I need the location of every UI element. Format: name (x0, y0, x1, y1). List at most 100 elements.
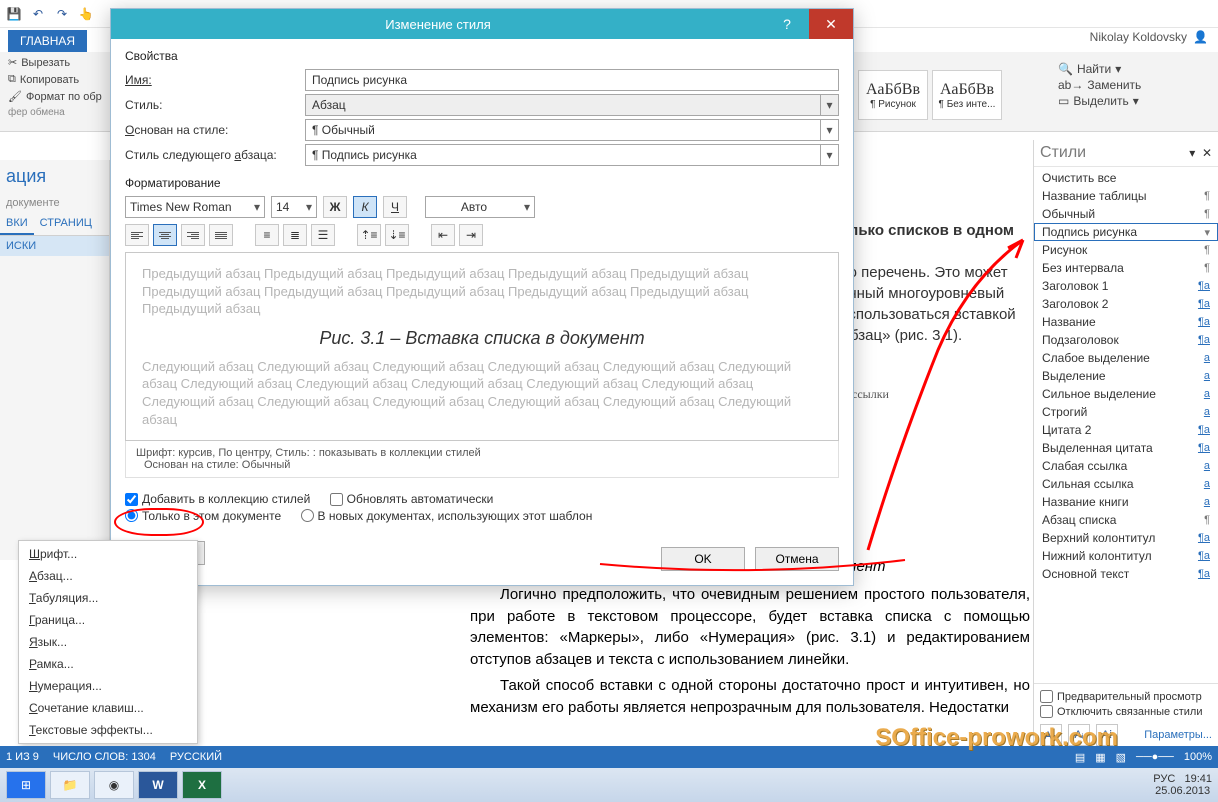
view-read-icon[interactable]: ▤ (1075, 751, 1085, 764)
space-before-icon[interactable]: ⇡≡ (357, 224, 381, 246)
style-row[interactable]: Выделениеa (1034, 367, 1218, 385)
explorer-icon[interactable]: 📁 (50, 771, 90, 799)
style-row[interactable]: Подзаголовок¶a (1034, 331, 1218, 349)
chevron-down-icon[interactable]: ▾ (820, 145, 838, 165)
nav-tab-headings[interactable]: ВКИ (0, 213, 34, 235)
cancel-button[interactable]: Отмена (755, 547, 839, 571)
styles-options-link[interactable]: Параметры... (1144, 729, 1212, 741)
dialog-close-icon[interactable]: ✕ (809, 9, 853, 39)
format-menu-item[interactable]: Сочетание клавиш... (19, 697, 197, 719)
excel-icon[interactable]: X (182, 771, 222, 799)
replace-button[interactable]: ab→ Заменить (1058, 78, 1208, 92)
line-spacing-2-icon[interactable]: ☰ (311, 224, 335, 246)
nav-tab-pages[interactable]: СТРАНИЦ (34, 213, 98, 235)
style-row[interactable]: Строгийa (1034, 403, 1218, 421)
line-spacing-1_5-icon[interactable]: ≣ (283, 224, 307, 246)
redo-icon[interactable]: ↷ (52, 4, 72, 24)
chevron-down-icon[interactable]: ▾ (300, 200, 312, 214)
view-web-icon[interactable]: ▧ (1116, 751, 1126, 764)
format-menu-item[interactable]: Шрифт... (19, 543, 197, 565)
status-lang[interactable]: РУССКИЙ (170, 751, 222, 763)
font-color-combo[interactable]: Авто▾ (425, 196, 535, 218)
style-type-field[interactable]: Абзац▾ (305, 94, 839, 116)
chevron-down-icon[interactable]: ▾ (248, 200, 260, 214)
add-to-gallery-checkbox[interactable]: Добавить в коллекцию стилей (125, 492, 310, 506)
new-docs-radio[interactable]: В новых документах, использующих этот ша… (301, 509, 593, 523)
nav-search-hint[interactable]: документе (0, 193, 109, 213)
cut-button[interactable]: ✂ Вырезать (8, 56, 102, 69)
indent-increase-icon[interactable]: ⇥ (459, 224, 483, 246)
style-tile-2[interactable]: АаБбВв¶ Без инте... (932, 70, 1002, 120)
style-row[interactable]: Цитата 2¶a (1034, 421, 1218, 439)
name-field[interactable]: Подпись рисунка (305, 69, 839, 91)
style-row[interactable]: Название таблицы¶ (1034, 187, 1218, 205)
styles-gallery[interactable]: АаБбВв¶ Рисунок АаБбВв¶ Без инте... (858, 60, 1018, 130)
style-row[interactable]: Подпись рисунка▾ (1034, 223, 1218, 241)
style-row[interactable]: Верхний колонтитул¶a (1034, 529, 1218, 547)
status-page[interactable]: 1 ИЗ 9 (6, 751, 39, 763)
style-row[interactable]: Заголовок 1¶a (1034, 277, 1218, 295)
tab-home[interactable]: ГЛАВНАЯ (8, 30, 87, 52)
space-after-icon[interactable]: ⇣≡ (385, 224, 409, 246)
italic-button[interactable]: К (353, 196, 377, 218)
copy-button[interactable]: ⧉ Копировать (8, 73, 102, 86)
styles-pane-close-icon[interactable]: ▾ ✕ (1189, 146, 1212, 160)
align-right-icon[interactable] (181, 224, 205, 246)
style-row[interactable]: Слабая ссылкаa (1034, 457, 1218, 475)
view-print-icon[interactable]: ▦ (1095, 751, 1105, 764)
align-left-icon[interactable] (125, 224, 149, 246)
touch-mode-icon[interactable]: 👆 (76, 4, 96, 24)
style-row[interactable]: Название книгиa (1034, 493, 1218, 511)
disable-linked-checkbox[interactable]: Отключить связанные стили (1040, 705, 1212, 718)
style-row[interactable]: Без интервала¶ (1034, 259, 1218, 277)
style-row[interactable]: Заголовок 2¶a (1034, 295, 1218, 313)
based-on-field[interactable]: ¶ Обычный▾ (305, 119, 839, 141)
format-menu-item[interactable]: Текстовые эффекты... (19, 719, 197, 741)
format-menu-item[interactable]: Граница... (19, 609, 197, 631)
format-menu-item[interactable]: Абзац... (19, 565, 197, 587)
word-icon[interactable]: W (138, 771, 178, 799)
user-account[interactable]: Nikolay Koldovsky 👤 (1090, 30, 1208, 44)
ok-button[interactable]: OK (661, 547, 745, 571)
chevron-down-icon[interactable]: ▾ (820, 95, 838, 115)
nav-item-lists[interactable]: ИСКИ (0, 236, 109, 256)
zoom-level[interactable]: 100% (1184, 751, 1212, 763)
style-row[interactable]: Сильное выделениеa (1034, 385, 1218, 403)
chevron-down-icon[interactable]: ▾ (518, 200, 530, 214)
find-button[interactable]: 🔍 Найти ▾ (1058, 62, 1208, 76)
indent-decrease-icon[interactable]: ⇤ (431, 224, 455, 246)
status-words[interactable]: ЧИСЛО СЛОВ: 1304 (53, 751, 156, 763)
only-this-doc-radio[interactable]: Только в этом документе (125, 509, 281, 523)
style-row[interactable]: Обычный¶ (1034, 205, 1218, 223)
style-row[interactable]: Абзац списка¶ (1034, 511, 1218, 529)
style-row[interactable]: Рисунок¶ (1034, 241, 1218, 259)
save-icon[interactable]: 💾 (4, 4, 24, 24)
font-combo[interactable]: Times New Roman▾ (125, 196, 265, 218)
size-combo[interactable]: 14▾ (271, 196, 317, 218)
format-painter-button[interactable]: 🖌 Формат по обр (8, 90, 102, 103)
dialog-titlebar[interactable]: Изменение стиля ? ✕ (111, 9, 853, 39)
format-menu-item[interactable]: Нумерация... (19, 675, 197, 697)
styles-list[interactable]: Очистить всеНазвание таблицы¶Обычный¶Под… (1034, 167, 1218, 683)
dialog-help-icon[interactable]: ? (765, 9, 809, 39)
style-row[interactable]: Нижний колонтитул¶a (1034, 547, 1218, 565)
tray-clock[interactable]: РУС 19:41 25.06.2013 (1153, 773, 1212, 797)
underline-button[interactable]: Ч (383, 196, 407, 218)
select-button[interactable]: ▭ Выделить ▾ (1058, 94, 1208, 108)
style-tile-1[interactable]: АаБбВв¶ Рисунок (858, 70, 928, 120)
style-row[interactable]: Основной текст¶a (1034, 565, 1218, 583)
style-row[interactable]: Выделенная цитата¶a (1034, 439, 1218, 457)
line-spacing-1-icon[interactable]: ≡ (255, 224, 279, 246)
chrome-icon[interactable]: ◉ (94, 771, 134, 799)
show-preview-checkbox[interactable]: Предварительный просмотр (1040, 690, 1212, 703)
chevron-down-icon[interactable]: ▾ (820, 120, 838, 140)
style-row[interactable]: Сильная ссылкаa (1034, 475, 1218, 493)
format-menu[interactable]: Шрифт...Абзац...Табуляция...Граница...Яз… (18, 540, 198, 744)
format-menu-item[interactable]: Табуляция... (19, 587, 197, 609)
align-center-icon[interactable] (153, 224, 177, 246)
auto-update-checkbox[interactable]: Обновлять автоматически (330, 492, 494, 506)
format-menu-item[interactable]: Рамка... (19, 653, 197, 675)
style-row[interactable]: Очистить все (1034, 169, 1218, 187)
undo-icon[interactable]: ↶ (28, 4, 48, 24)
start-icon[interactable]: ⊞ (6, 771, 46, 799)
